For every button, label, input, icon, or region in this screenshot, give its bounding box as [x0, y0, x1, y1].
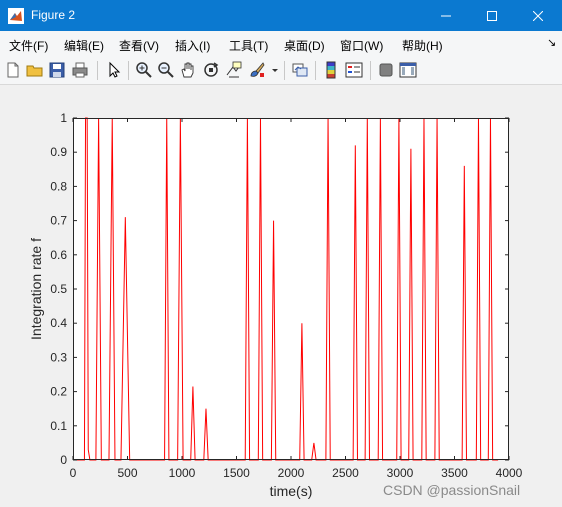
menu-tools[interactable]: 工具(T): [229, 37, 268, 54]
x-axis-label: time(s): [270, 483, 313, 499]
minimize-icon: [441, 15, 451, 16]
menu-desktop[interactable]: 桌面(D): [284, 37, 325, 54]
title-bar: Figure 2: [0, 0, 562, 31]
menu-edit[interactable]: 编辑(E): [64, 37, 104, 54]
show-plot-tools-icon[interactable]: [399, 61, 417, 79]
maximize-button[interactable]: [469, 0, 515, 31]
toolbar-separator: [128, 61, 129, 80]
maximize-icon: [487, 10, 497, 21]
link-plot-icon[interactable]: [291, 61, 309, 79]
chevron-down-icon[interactable]: [270, 61, 280, 79]
save-icon[interactable]: [48, 61, 66, 79]
pan-icon[interactable]: [179, 61, 197, 79]
x-tick-label: 4000: [496, 466, 523, 480]
menu-overflow-arrow[interactable]: ↘: [547, 36, 556, 49]
x-tick-label: 2000: [278, 466, 305, 480]
toolbar-separator: [97, 61, 98, 80]
menu-bar: 文件(F) 编辑(E) 查看(V) 插入(I) 工具(T) 桌面(D) 窗口(W…: [0, 31, 562, 56]
matlab-app-icon: [8, 8, 24, 24]
zoom-out-icon[interactable]: [157, 61, 175, 79]
x-tick-label: 3500: [441, 466, 468, 480]
y-tick-label: 0.8: [50, 179, 67, 193]
toolbar-separator: [315, 61, 316, 80]
close-button[interactable]: [515, 0, 561, 31]
x-tick-label: 3000: [387, 466, 414, 480]
toolbar-separator: [284, 61, 285, 80]
pointer-icon[interactable]: [105, 61, 123, 79]
y-tick-label: 0.2: [50, 385, 67, 399]
minimize-button[interactable]: [423, 0, 469, 31]
toolbar-separator: [370, 61, 371, 80]
y-tick-label: 0: [60, 453, 67, 467]
zoom-in-icon[interactable]: [135, 61, 153, 79]
y-tick-label: 0.7: [50, 214, 67, 228]
rotate-3d-icon[interactable]: [202, 61, 220, 79]
y-axis-label: Integration rate f: [28, 238, 44, 340]
x-tick-label: 2500: [332, 466, 359, 480]
plot-area: [73, 118, 509, 460]
new-figure-icon[interactable]: [4, 61, 22, 79]
toolbar: [0, 56, 562, 85]
y-tick-label: 0.5: [50, 282, 67, 296]
y-tick-label: 0.3: [50, 350, 67, 364]
x-tick-label: 1500: [223, 466, 250, 480]
figure-canvas: 0 500 1000 1500 2000 2500 3000 3500 4000 0 0.1 0.2 0…: [0, 86, 562, 507]
print-icon[interactable]: [71, 61, 89, 79]
menu-view[interactable]: 查看(V): [119, 37, 159, 54]
close-icon: [533, 10, 543, 21]
line-chart[interactable]: 0 500 1000 1500 2000 2500 3000 3500 4000 0 0.1 0.2 0…: [0, 86, 562, 507]
y-tick-label: 1: [60, 111, 67, 125]
x-tick-label: 0: [70, 466, 77, 480]
x-tick-label: 500: [117, 466, 137, 480]
data-cursor-icon[interactable]: [225, 61, 243, 79]
y-tick-label: 0.1: [50, 419, 67, 433]
window-title: Figure 2: [31, 8, 76, 22]
y-tick-label: 0.9: [50, 145, 67, 159]
open-file-icon[interactable]: [26, 61, 44, 79]
watermark: CSDN @passionSnail: [383, 482, 521, 498]
y-tick-label: 0.6: [50, 248, 67, 262]
menu-window[interactable]: 窗口(W): [340, 37, 383, 54]
legend-icon[interactable]: [345, 61, 363, 79]
hide-plot-tools-icon[interactable]: [377, 61, 395, 79]
x-tick-label: 1000: [169, 466, 196, 480]
menu-insert[interactable]: 插入(I): [175, 37, 210, 54]
menu-file[interactable]: 文件(F): [9, 37, 48, 54]
brush-icon[interactable]: [248, 61, 266, 79]
y-tick-label: 0.4: [50, 316, 67, 330]
menu-help[interactable]: 帮助(H): [402, 37, 443, 54]
colorbar-icon[interactable]: [322, 61, 340, 79]
